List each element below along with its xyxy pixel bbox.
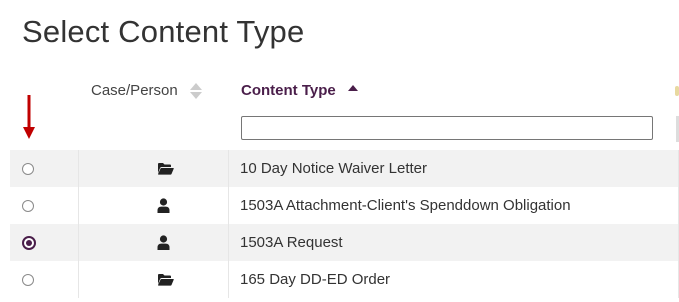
content-type-cell: 1503A Request: [229, 224, 679, 261]
folder-open-icon: [157, 273, 174, 286]
table-row[interactable]: 10 Day Notice Waiver Letter: [10, 150, 679, 187]
sort-ascending-icon: [347, 84, 358, 91]
content-type-table-body: 10 Day Notice Waiver Letter 1503A Attach…: [10, 150, 679, 298]
next-column-header-fragment: [675, 86, 679, 96]
row-select-radio[interactable]: [22, 162, 34, 175]
content-type-filter-input[interactable]: [241, 116, 653, 140]
person-icon: [157, 235, 170, 250]
row-select-radio[interactable]: [22, 273, 34, 286]
page-title: Select Content Type: [22, 14, 305, 49]
table-row[interactable]: 1503A Attachment-Client's Spenddown Obli…: [10, 187, 679, 224]
folder-open-icon: [157, 162, 174, 175]
column-header-case-person[interactable]: Case/Person: [91, 82, 202, 99]
person-icon: [157, 198, 170, 213]
column-header-content-type-label: Content Type: [241, 82, 336, 99]
content-type-cell: 10 Day Notice Waiver Letter: [229, 150, 679, 187]
red-arrow-indicator: [23, 95, 35, 139]
table-row[interactable]: 1503A Request: [10, 224, 679, 261]
table-row[interactable]: 165 Day DD-ED Order: [10, 261, 679, 298]
row-select-radio[interactable]: [22, 199, 34, 212]
column-header-content-type[interactable]: Content Type: [241, 82, 358, 99]
content-type-cell: 1503A Attachment-Client's Spenddown Obli…: [229, 187, 679, 224]
sort-unsorted-icon: [189, 82, 202, 99]
content-type-cell: 165 Day DD-ED Order: [229, 261, 679, 298]
row-select-radio-selected[interactable]: [22, 235, 36, 250]
column-header-case-person-label: Case/Person: [91, 82, 178, 99]
